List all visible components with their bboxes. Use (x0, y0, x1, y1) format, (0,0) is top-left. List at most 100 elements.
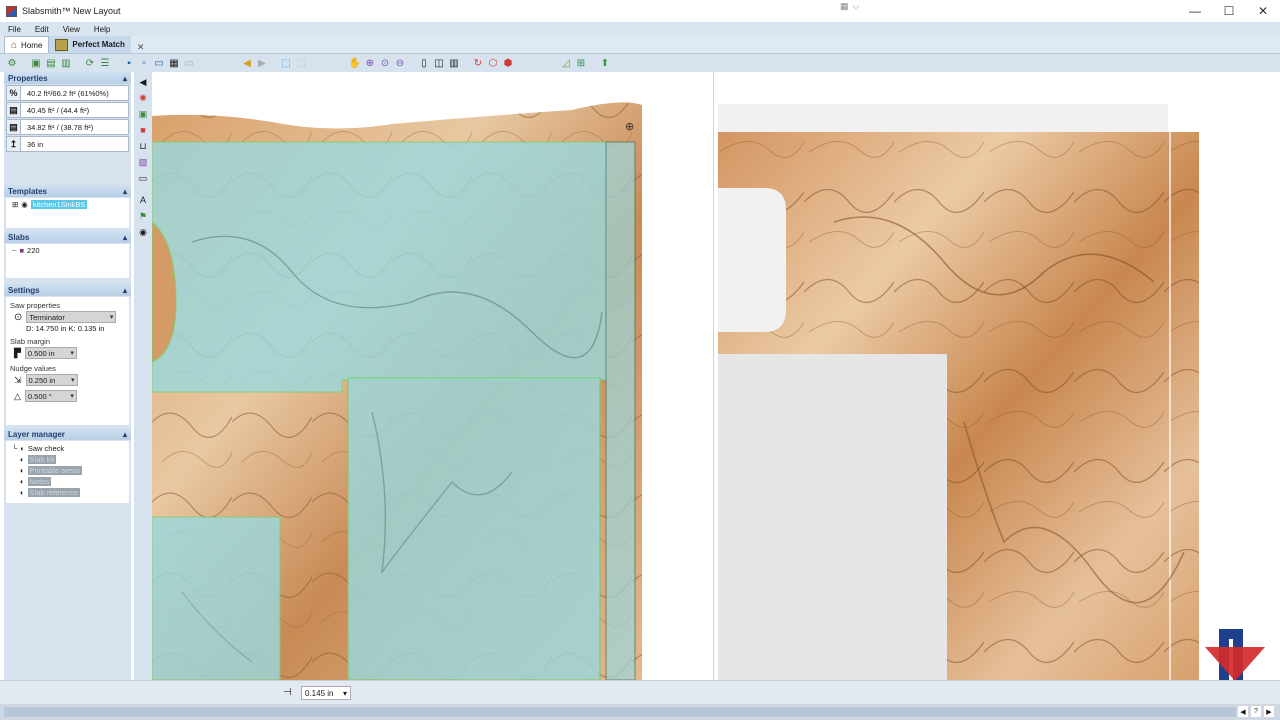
rectangle-icon[interactable]: ▭ (137, 172, 149, 184)
upload-icon[interactable]: ⬆ (599, 57, 611, 69)
slab-item-label[interactable]: 220 (27, 246, 40, 255)
layer-item-label[interactable]: Printable areas (27, 466, 82, 475)
menu-view[interactable]: View (63, 25, 80, 34)
flip-icon[interactable]: ⬡ (487, 57, 499, 69)
rotate-icon[interactable]: ↻ (472, 57, 484, 69)
layer-item-label[interactable]: Slab kit (27, 455, 57, 464)
template-piece-main[interactable] (152, 141, 608, 393)
select-disabled-icon[interactable]: ⬚ (295, 57, 307, 69)
properties-title: Properties (8, 73, 48, 83)
color-fill-icon[interactable]: ■ (137, 124, 149, 136)
list-icon[interactable]: ☰ (99, 57, 111, 69)
settings-icon[interactable]: ⚙ (6, 57, 18, 69)
layer-item[interactable]: ◐ Notes (6, 476, 129, 487)
menu-edit[interactable]: Edit (35, 25, 49, 34)
nudge-angle-input[interactable]: 0.500 ° ▾ (24, 390, 77, 402)
properties-header[interactable]: Properties ▴ (4, 72, 131, 84)
pattern-icon[interactable]: ▨ (137, 156, 149, 168)
import-icon[interactable]: ▤ (45, 57, 57, 69)
nudge-distance-input[interactable]: 0.250 in ▾ (25, 374, 78, 386)
layer-manager-header[interactable]: Layer manager ▴ (4, 428, 131, 440)
text-icon[interactable]: A (137, 194, 149, 206)
redo-icon[interactable]: ▶ (256, 57, 268, 69)
bucket-icon[interactable]: ⊔ (137, 140, 149, 152)
export-disabled-icon[interactable]: ▭ (183, 57, 195, 69)
slab-margin-input[interactable]: 0.500 in ▾ (24, 347, 77, 359)
collapse-icon[interactable]: ▴ (123, 286, 127, 295)
tab-home[interactable]: ⌂ Home (4, 36, 50, 53)
add-slab-icon[interactable]: ▣ (30, 57, 42, 69)
template-piece-lower[interactable] (152, 516, 281, 680)
collapse-icon[interactable]: ▴ (123, 187, 127, 196)
close-window-button[interactable]: ✕ (1246, 0, 1280, 22)
eye-icon[interactable]: ◐ (20, 444, 25, 453)
close-tab-icon[interactable]: ✕ (137, 42, 145, 53)
template-item[interactable]: ⊞ ◉ kitchen1SinkBS (6, 198, 129, 210)
collapse-icon[interactable]: ▴ (123, 74, 127, 83)
layout-preview[interactable] (714, 72, 1280, 680)
chevron-down-icon[interactable]: ⌵ (853, 1, 860, 12)
horizontal-scrollbar[interactable] (4, 707, 1236, 717)
templates-header[interactable]: Templates ▴ (4, 185, 131, 197)
paste-icon[interactable]: ▣ (137, 108, 149, 120)
target-icon[interactable]: ✺ (137, 92, 149, 104)
slabs-header[interactable]: Slabs ▴ (4, 231, 131, 243)
layer-item[interactable]: ◐ Printable areas (6, 465, 129, 476)
grid-icon[interactable]: ▦ (840, 1, 849, 12)
maximize-button[interactable]: ☐ (1212, 0, 1246, 22)
zoom-out-icon[interactable]: ⊖ (394, 57, 406, 69)
templates-list: ⊞ ◉ kitchen1SinkBS (6, 198, 129, 228)
split-view-icon[interactable]: ▥ (448, 57, 460, 69)
undo-icon[interactable]: ◀ (241, 57, 253, 69)
layer-item-label[interactable]: Saw check (28, 444, 64, 453)
help-icon[interactable]: ? (1251, 706, 1261, 717)
calculator-icon[interactable]: ▦ (168, 57, 180, 69)
chevron-down-icon: ▾ (71, 377, 75, 384)
eye-icon[interactable]: ◐ (20, 466, 25, 475)
select-icon[interactable]: ⬚ (280, 57, 292, 69)
collapse-panel-icon[interactable]: ◀ (137, 76, 149, 88)
template-piece-backsplash[interactable] (605, 141, 636, 680)
eye-icon[interactable]: ◐ (20, 488, 25, 497)
layer-item-label[interactable]: Slab reference (27, 488, 81, 497)
quick-access-icons[interactable]: ▦ ⌵ (840, 1, 859, 12)
menu-help[interactable]: Help (94, 25, 110, 34)
menu-file[interactable]: File (8, 25, 21, 34)
zoom-fit-icon[interactable]: ⊕ (364, 57, 376, 69)
single-view-icon[interactable]: ▯ (418, 57, 430, 69)
grid-toggle-icon[interactable]: ⊞ (575, 57, 587, 69)
collapse-icon[interactable]: ▴ (123, 430, 127, 439)
record-icon[interactable]: ◉ (137, 226, 149, 238)
shape-icon[interactable]: ⬢ (502, 57, 514, 69)
kerf-input[interactable]: 0.145 in ▾ (301, 686, 351, 700)
saw-select[interactable]: Terminator ▾ (26, 311, 117, 323)
export-icon[interactable]: ▥ (60, 57, 72, 69)
saw-blade-icon: ⊙ (14, 311, 23, 323)
layer-item[interactable]: └ ◐ Saw check (6, 443, 129, 454)
layer-item[interactable]: ◐ Slab reference (6, 487, 129, 498)
expand-icon[interactable]: ⊞ (12, 200, 18, 209)
zoom-in-icon[interactable]: ⊙ (379, 57, 391, 69)
tab-perfect-match[interactable]: Perfect Match (49, 36, 131, 53)
slab-canvas[interactable]: ⊕ (152, 72, 714, 680)
layer-item[interactable]: ◐ Slab kit (6, 454, 129, 465)
scroll-left-icon[interactable]: ◀ (1238, 706, 1248, 717)
pan-icon[interactable]: ✋ (349, 57, 361, 69)
eye-icon[interactable]: ◐ (20, 455, 25, 464)
slab-item[interactable]: ┈ ■ 220 (6, 244, 129, 256)
collapse-icon[interactable]: ▴ (123, 233, 127, 242)
template-item-label[interactable]: kitchen1SinkBS (30, 199, 88, 209)
measure-icon[interactable]: ◿ (560, 57, 572, 69)
print-icon[interactable]: ▭ (153, 57, 165, 69)
save-as-icon[interactable]: ▫ (138, 57, 150, 69)
settings-header[interactable]: Settings ▴ (4, 284, 131, 296)
scroll-right-icon[interactable]: ▶ (1264, 706, 1274, 717)
save-icon[interactable]: ▪ (123, 57, 135, 69)
dual-view-icon[interactable]: ◫ (433, 57, 445, 69)
layer-item-label[interactable]: Notes (27, 477, 52, 486)
minimize-button[interactable]: — (1178, 0, 1212, 22)
refresh-icon[interactable]: ⟳ (84, 57, 96, 69)
eye-icon[interactable]: ◐ (20, 477, 25, 486)
flag-icon[interactable]: ⚑ (137, 210, 149, 222)
eye-icon[interactable]: ◉ (21, 200, 28, 209)
